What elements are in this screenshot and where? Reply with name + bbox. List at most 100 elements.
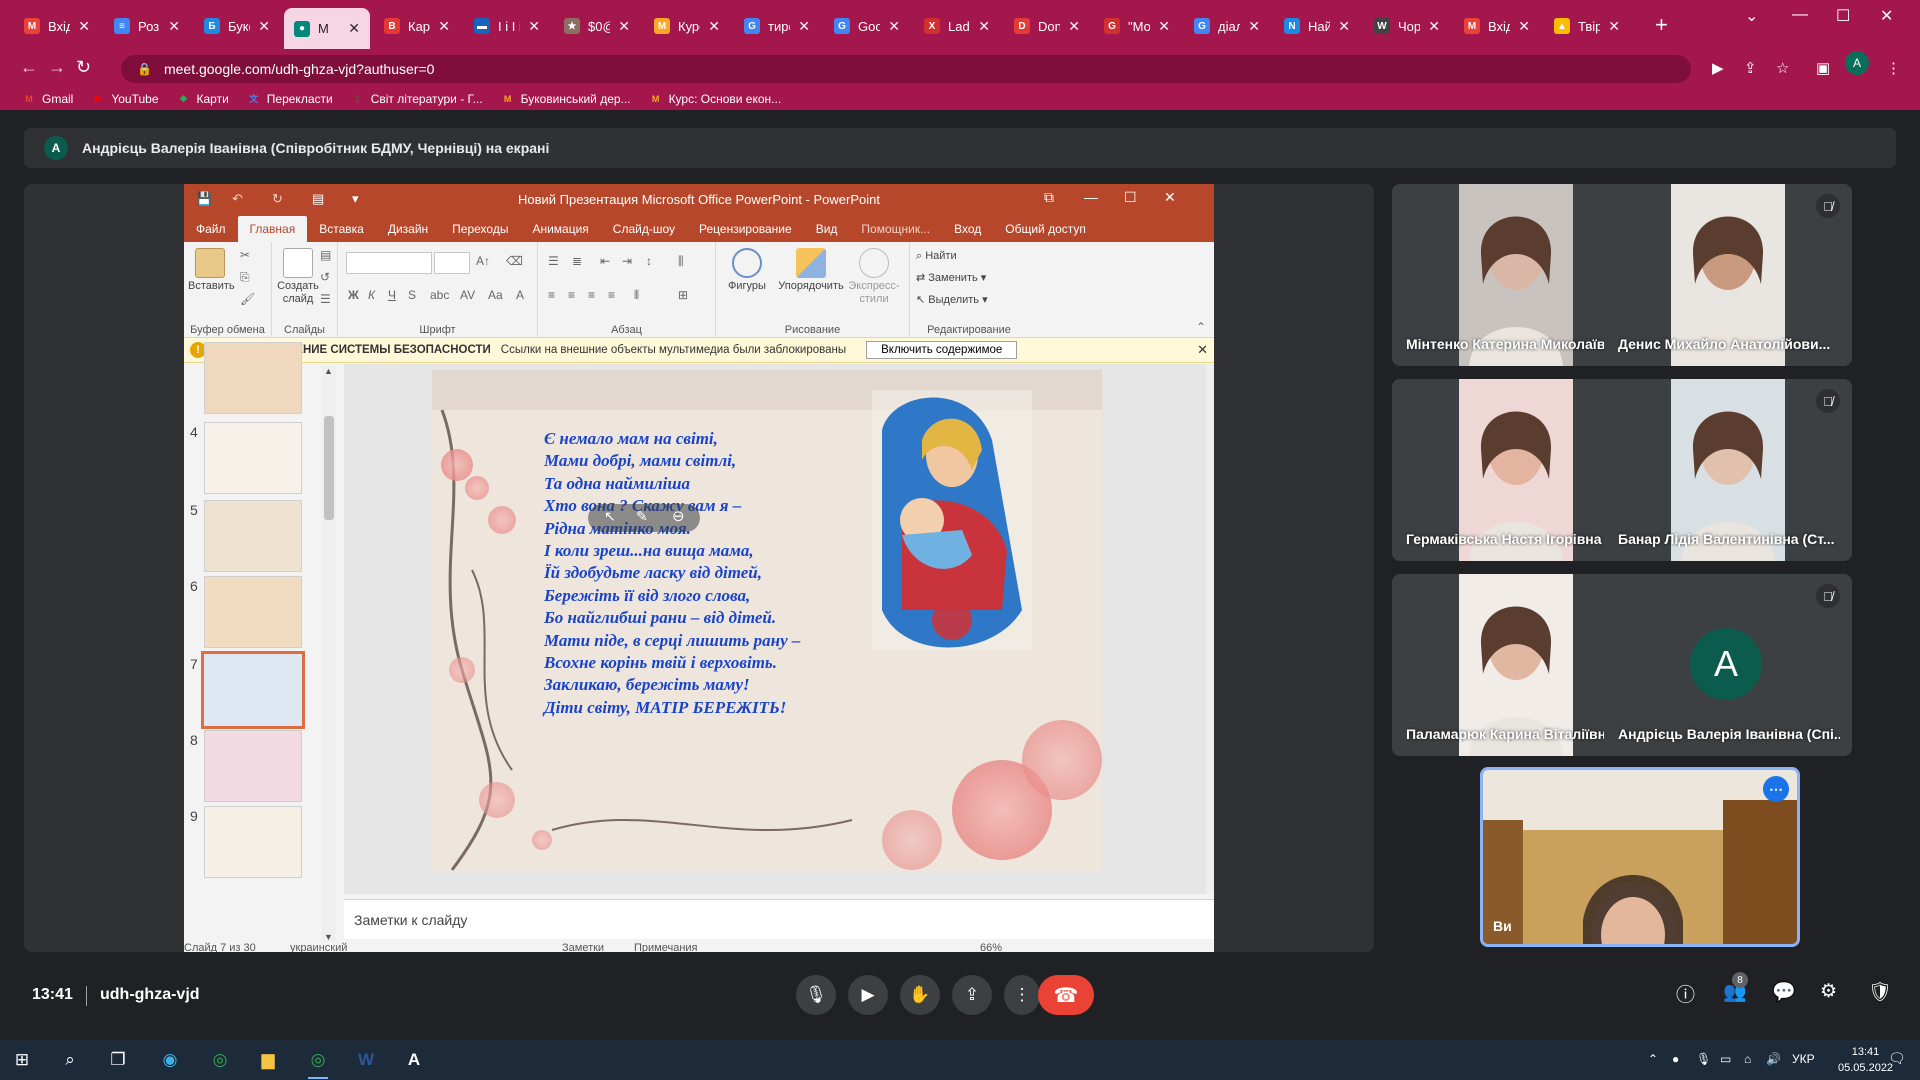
reset-icon[interactable]: ↺ <box>320 270 330 284</box>
chevron-down-icon[interactable]: ⌄ <box>1745 6 1758 26</box>
smartart-icon[interactable]: ⊞ <box>678 288 688 302</box>
reload-icon[interactable]: ↻ <box>76 57 91 78</box>
enable-content-button[interactable]: Включить содержимое <box>866 341 1018 359</box>
slide-thumbnail[interactable] <box>201 651 305 729</box>
tell-me-box[interactable]: Помощник... <box>849 216 942 242</box>
scroll-down-icon[interactable]: ▼ <box>324 932 333 942</box>
slide-thumbnail[interactable] <box>204 500 302 572</box>
close-tab-icon[interactable]: ✕ <box>708 18 720 35</box>
close-tab-icon[interactable]: ✕ <box>888 18 900 35</box>
sign-in-link[interactable]: Вход <box>942 216 993 242</box>
browser-tab[interactable]: ≡ Розк ✕ <box>104 10 190 42</box>
raise-hand-button[interactable]: ✋ <box>900 975 940 1015</box>
close-tab-icon[interactable]: ✕ <box>78 18 90 35</box>
bullets-icon[interactable]: ☰ <box>548 254 559 268</box>
scroll-up-icon[interactable]: ▲ <box>324 366 333 376</box>
line-spacing-icon[interactable]: ↕ <box>646 254 652 268</box>
clear-format-icon[interactable]: ⌫ <box>506 254 523 268</box>
comments-toggle[interactable]: Примечания <box>634 942 698 952</box>
ribbon-tab[interactable]: Анимация <box>520 216 600 242</box>
grow-font-icon[interactable]: A↑ <box>476 254 490 268</box>
close-tab-icon[interactable]: ✕ <box>1068 18 1080 35</box>
thumbnail-scrollbar[interactable]: ▲ ▼ <box>322 366 336 942</box>
meeting-info-icon[interactable]: ⓘ <box>1676 980 1695 1007</box>
profile-avatar[interactable]: A <box>1845 51 1869 75</box>
browser-tab[interactable]: M Вхід ✕ <box>1454 10 1540 42</box>
italic-icon[interactable]: К <box>368 288 375 302</box>
text-direction-icon[interactable]: ⫼ <box>678 254 684 269</box>
ribbon-tab[interactable]: Переходы <box>440 216 520 242</box>
shapes-button[interactable]: Фигуры <box>720 248 774 293</box>
strike-icon[interactable]: abc <box>430 288 449 302</box>
maximize-icon[interactable]: ☐ <box>1124 189 1137 206</box>
notes-pane[interactable]: Заметки к слайду <box>344 899 1214 939</box>
browser-tab[interactable]: W Чорі ✕ <box>1364 10 1450 42</box>
columns-icon[interactable]: ⫴ <box>634 288 639 303</box>
browser-tab[interactable]: ▲ Твір ✕ <box>1544 10 1630 42</box>
new-slide-button[interactable]: Создать слайд <box>276 248 320 306</box>
self-view-tile[interactable]: ⋯ Ви <box>1480 767 1800 947</box>
volume-icon[interactable]: 🔊 <box>1766 1052 1781 1066</box>
close-tab-icon[interactable]: ✕ <box>528 18 540 35</box>
font-color-icon[interactable]: A <box>516 288 524 302</box>
browser-tab[interactable]: В Карт ✕ <box>374 10 460 42</box>
bold-icon[interactable]: Ж <box>348 288 359 302</box>
close-icon[interactable]: ✕ <box>1164 189 1176 206</box>
share-button[interactable]: Общий доступ <box>993 216 1098 242</box>
task-view-icon[interactable]: ❐ <box>98 1044 138 1076</box>
browser-tab[interactable]: G Goo ✕ <box>824 10 910 42</box>
battery-icon[interactable]: ▭ <box>1720 1052 1731 1066</box>
kebab-menu-icon[interactable]: ⋮ <box>1886 59 1901 77</box>
ribbon-tab[interactable]: Вид <box>804 216 850 242</box>
chat-icon[interactable]: 💬 <box>1772 980 1796 1004</box>
back-icon[interactable]: ← <box>20 57 38 78</box>
notifications-icon[interactable]: 🗨 <box>1888 1050 1906 1067</box>
browser-tab[interactable]: N Найі ✕ <box>1274 10 1360 42</box>
forward-icon[interactable]: → <box>48 57 66 78</box>
participant-tile[interactable]: 🎙̸Мінтенко Катерина Миколаїв... <box>1392 184 1640 366</box>
font-name-select[interactable] <box>346 252 432 274</box>
host-controls-icon[interactable]: 🛡 <box>1868 980 1892 1004</box>
language-status[interactable]: украинский <box>290 942 347 952</box>
file-explorer-icon[interactable]: ▆ <box>248 1044 288 1076</box>
participant-tile[interactable]: 🎙̸Гермаківська Настя Ігорівна (... <box>1392 379 1640 561</box>
current-slide[interactable]: Є немало мам на світі, Мами добрі, мами с… <box>432 370 1102 872</box>
select-button[interactable]: ↖ Выделить ▾ <box>916 294 988 307</box>
browser-tab[interactable]: Б Буко ✕ <box>194 10 280 42</box>
ribbon-tab[interactable]: Рецензирование <box>687 216 804 242</box>
collapse-ribbon-icon[interactable]: ⌃ <box>1196 320 1206 334</box>
shadow-icon[interactable]: S <box>408 288 416 302</box>
tray-mic-icon[interactable]: 🎙 <box>1696 1052 1711 1066</box>
browser-tab[interactable]: Gдіал ✕ <box>1184 10 1270 42</box>
case-icon[interactable]: Aa <box>488 288 503 302</box>
participant-tile[interactable]: 🎙̸ Денис Михайло Анатолійови... <box>1604 184 1852 366</box>
bookmark-item[interactable]: M Буковинський дер... <box>501 92 631 106</box>
arrange-button[interactable]: Упорядочить <box>776 248 846 293</box>
browser-tab[interactable]: Gтире ✕ <box>734 10 820 42</box>
close-tab-icon[interactable]: ✕ <box>1518 18 1530 35</box>
font-size-select[interactable] <box>434 252 470 274</box>
participant-tile[interactable]: 🎙̸ Банар Лідія Валентинівна (Ст... <box>1604 379 1852 561</box>
tray-app-icon[interactable]: ● <box>1672 1052 1679 1066</box>
browser-tab[interactable]: X Lady ✕ <box>914 10 1000 42</box>
layout-icon[interactable]: ▤ <box>320 248 331 262</box>
sidepanel-icon[interactable]: ▣ <box>1816 59 1830 77</box>
decrease-indent-icon[interactable]: ⇤ <box>600 254 610 268</box>
bookmark-item[interactable]: M Gmail <box>22 92 73 106</box>
close-tab-icon[interactable]: ✕ <box>1428 18 1440 35</box>
ribbon-tab[interactable]: Дизайн <box>376 216 440 242</box>
more-options-button[interactable]: ⋮ <box>1004 975 1040 1015</box>
ribbon-tab[interactable]: Вставка <box>307 216 376 242</box>
browser-tab[interactable]: M Курс ✕ <box>644 10 730 42</box>
participant-tile[interactable]: 🎙̸Паламарюк Карина Віталіївн... <box>1392 574 1640 756</box>
ribbon-tab[interactable]: Слайд-шоу <box>601 216 687 242</box>
ribbon-options-icon[interactable]: ⧉ <box>1044 189 1054 206</box>
slide-thumbnail[interactable] <box>204 576 302 648</box>
close-tab-icon[interactable]: ✕ <box>1158 18 1170 35</box>
present-button[interactable]: ⇪ <box>952 975 992 1015</box>
chrome-alt-icon[interactable]: ◎ <box>200 1044 240 1076</box>
pen-icon[interactable]: ✎ <box>636 508 648 525</box>
start-icon[interactable]: ⊞ <box>2 1044 42 1076</box>
bookmark-item[interactable]: M Курс: Основи екон... <box>649 92 781 106</box>
ribbon-tab[interactable]: Главная <box>237 216 308 242</box>
